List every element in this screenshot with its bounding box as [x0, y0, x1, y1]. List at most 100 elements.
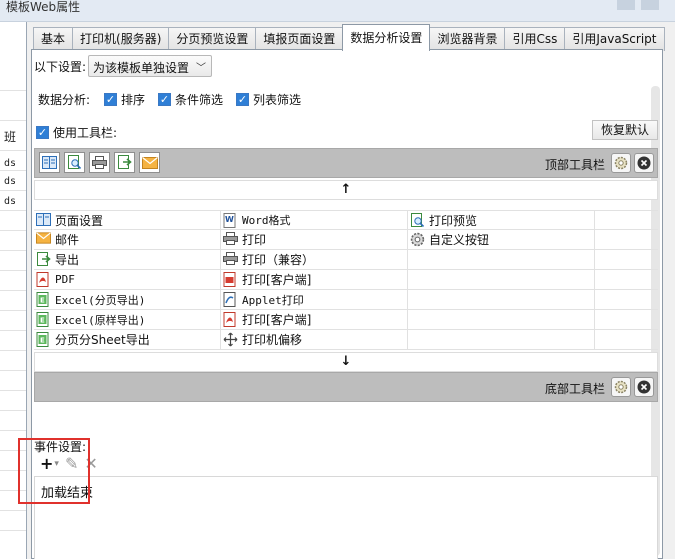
- scope-label: 以下设置:: [34, 60, 87, 74]
- bottom-toolbar: 底部工具栏: [34, 372, 658, 402]
- button-excel-paged[interactable]: E Excel(分页导出): [34, 290, 221, 309]
- tab-fill-page[interactable]: 填报页面设置: [255, 27, 344, 51]
- empty-cell: [595, 330, 658, 349]
- button-label: 打印预览: [429, 213, 478, 228]
- table-row: E Excel(原样导出) 打印[客户端]: [34, 310, 658, 330]
- button-export[interactable]: 导出: [34, 250, 221, 269]
- highlight-box: [18, 438, 90, 504]
- pdf-icon: [36, 272, 51, 287]
- table-row: 页面设置 W Word格式 打印预览: [34, 210, 658, 230]
- print-preview-icon[interactable]: [64, 152, 85, 173]
- button-label: 邮件: [55, 233, 80, 247]
- top-toolbar-label: 顶部工具栏: [544, 158, 605, 172]
- button-print[interactable]: 打印: [221, 230, 408, 249]
- svg-text:E: E: [40, 337, 45, 345]
- applet-icon: [223, 292, 238, 307]
- print-icon[interactable]: [89, 152, 110, 173]
- button-page-setup[interactable]: 页面设置: [34, 211, 221, 229]
- button-label: 打印机偏移: [242, 333, 303, 347]
- print-icon: [223, 252, 238, 267]
- tab-css[interactable]: 引用Css: [504, 27, 566, 51]
- checkmark-icon: ✓: [236, 93, 249, 106]
- button-label: 打印（兼容）: [242, 253, 315, 267]
- tab-browser-background[interactable]: 浏览器背景: [429, 27, 506, 51]
- table-row: 邮件 打印 自定义按钮: [34, 230, 658, 250]
- gear-icon[interactable]: [611, 153, 631, 173]
- condition-filter-label: 条件筛选: [175, 93, 224, 107]
- minimize-button[interactable]: [617, 0, 635, 10]
- table-row: PDF 打印[客户端]: [34, 270, 658, 290]
- table-row: E Excel(分页导出) Applet打印: [34, 290, 658, 310]
- button-label: Applet打印: [242, 293, 304, 307]
- top-toolbar: 顶部工具栏: [34, 148, 658, 178]
- checkmark-icon: ✓: [158, 93, 171, 106]
- column-filter-checkbox[interactable]: ✓ 列表筛选: [236, 91, 301, 108]
- page-setup-icon[interactable]: [39, 152, 60, 173]
- email-icon: [36, 232, 51, 247]
- empty-cell: [595, 230, 658, 249]
- print-preview-icon: [410, 212, 425, 228]
- tab-javascript[interactable]: 引用JavaScript: [564, 27, 665, 51]
- sort-label: 排序: [121, 93, 146, 107]
- empty-cell: [408, 250, 595, 269]
- data-analysis-panel: 以下设置: 为该模板单独设置 ﹀ 数据分析: ✓ 排序 ✓ 条件筛选 ✓ 列表筛…: [31, 49, 663, 559]
- bottom-toolbar-label: 底部工具栏: [544, 382, 605, 396]
- button-custom[interactable]: 自定义按钮: [408, 230, 595, 249]
- button-excel-original[interactable]: E Excel(原样导出): [34, 310, 221, 329]
- button-label: 页面设置: [55, 213, 104, 228]
- move-down-button[interactable]: ↓: [34, 352, 658, 372]
- print-icon: [223, 232, 238, 247]
- empty-cell: [595, 211, 658, 229]
- button-pdf[interactable]: PDF: [34, 270, 221, 289]
- tab-page-preview[interactable]: 分页预览设置: [168, 27, 257, 51]
- checkmark-icon: ✓: [104, 93, 117, 106]
- use-toolbar-label: 使用工具栏:: [53, 126, 118, 140]
- button-print-client[interactable]: 打印[客户端]: [221, 270, 408, 289]
- sort-checkbox[interactable]: ✓ 排序: [104, 91, 145, 108]
- analysis-label: 数据分析:: [38, 93, 91, 107]
- button-applet-print[interactable]: Applet打印: [221, 290, 408, 309]
- button-label: 打印[客户端]: [242, 273, 312, 287]
- excel-icon: E: [36, 292, 51, 307]
- button-printer-offset[interactable]: 打印机偏移: [221, 330, 408, 349]
- sheet-cell: ds: [4, 176, 17, 187]
- pdf-icon: [223, 312, 238, 327]
- button-label: 自定义按钮: [429, 233, 490, 247]
- close-icon[interactable]: [634, 377, 654, 397]
- move-icon: [223, 332, 238, 347]
- empty-cell: [595, 270, 658, 289]
- email-icon[interactable]: [139, 152, 160, 173]
- button-label: PDF: [55, 273, 75, 286]
- tab-basic[interactable]: 基本: [33, 27, 74, 51]
- button-email[interactable]: 邮件: [34, 230, 221, 249]
- empty-cell: [408, 310, 595, 329]
- condition-filter-checkbox[interactable]: ✓ 条件筛选: [158, 91, 223, 108]
- button-print-preview[interactable]: 打印预览: [408, 211, 595, 229]
- close-icon[interactable]: [634, 153, 654, 173]
- button-excel-sheet[interactable]: E 分页分Sheet导出: [34, 330, 221, 349]
- empty-cell: [408, 290, 595, 309]
- button-word-format[interactable]: W Word格式: [221, 211, 408, 229]
- sheet-cell: 班: [4, 130, 17, 144]
- close-window-button[interactable]: [641, 0, 659, 10]
- scope-select-value: 为该模板单独设置: [93, 61, 190, 75]
- tab-printer-server[interactable]: 打印机(服务器): [72, 27, 170, 51]
- button-label: 分页分Sheet导出: [55, 333, 150, 347]
- scope-select[interactable]: 为该模板单独设置 ﹀: [88, 55, 212, 77]
- gear-icon[interactable]: [611, 377, 631, 397]
- web-properties-dialog: 基本 打印机(服务器) 分页预览设置 填报页面设置 数据分析设置 浏览器背景 引…: [26, 22, 675, 559]
- move-up-button[interactable]: ↑: [34, 180, 658, 200]
- restore-default-button[interactable]: 恢复默认: [592, 120, 658, 140]
- button-label: Excel(分页导出): [55, 293, 146, 307]
- tab-data-analysis[interactable]: 数据分析设置: [342, 24, 431, 51]
- export-icon[interactable]: [114, 152, 135, 173]
- tab-bar: 基本 打印机(服务器) 分页预览设置 填报页面设置 数据分析设置 浏览器背景 引…: [33, 24, 665, 51]
- excel-icon: E: [36, 312, 51, 327]
- empty-cell: [595, 310, 658, 329]
- use-toolbar-checkbox[interactable]: ✓ 使用工具栏:: [36, 124, 117, 141]
- empty-cell: [595, 250, 658, 269]
- button-label: 打印: [242, 233, 267, 247]
- button-print-client-pdf[interactable]: 打印[客户端]: [221, 310, 408, 329]
- svg-text:E: E: [40, 317, 45, 325]
- button-print-compatible[interactable]: 打印（兼容）: [221, 250, 408, 269]
